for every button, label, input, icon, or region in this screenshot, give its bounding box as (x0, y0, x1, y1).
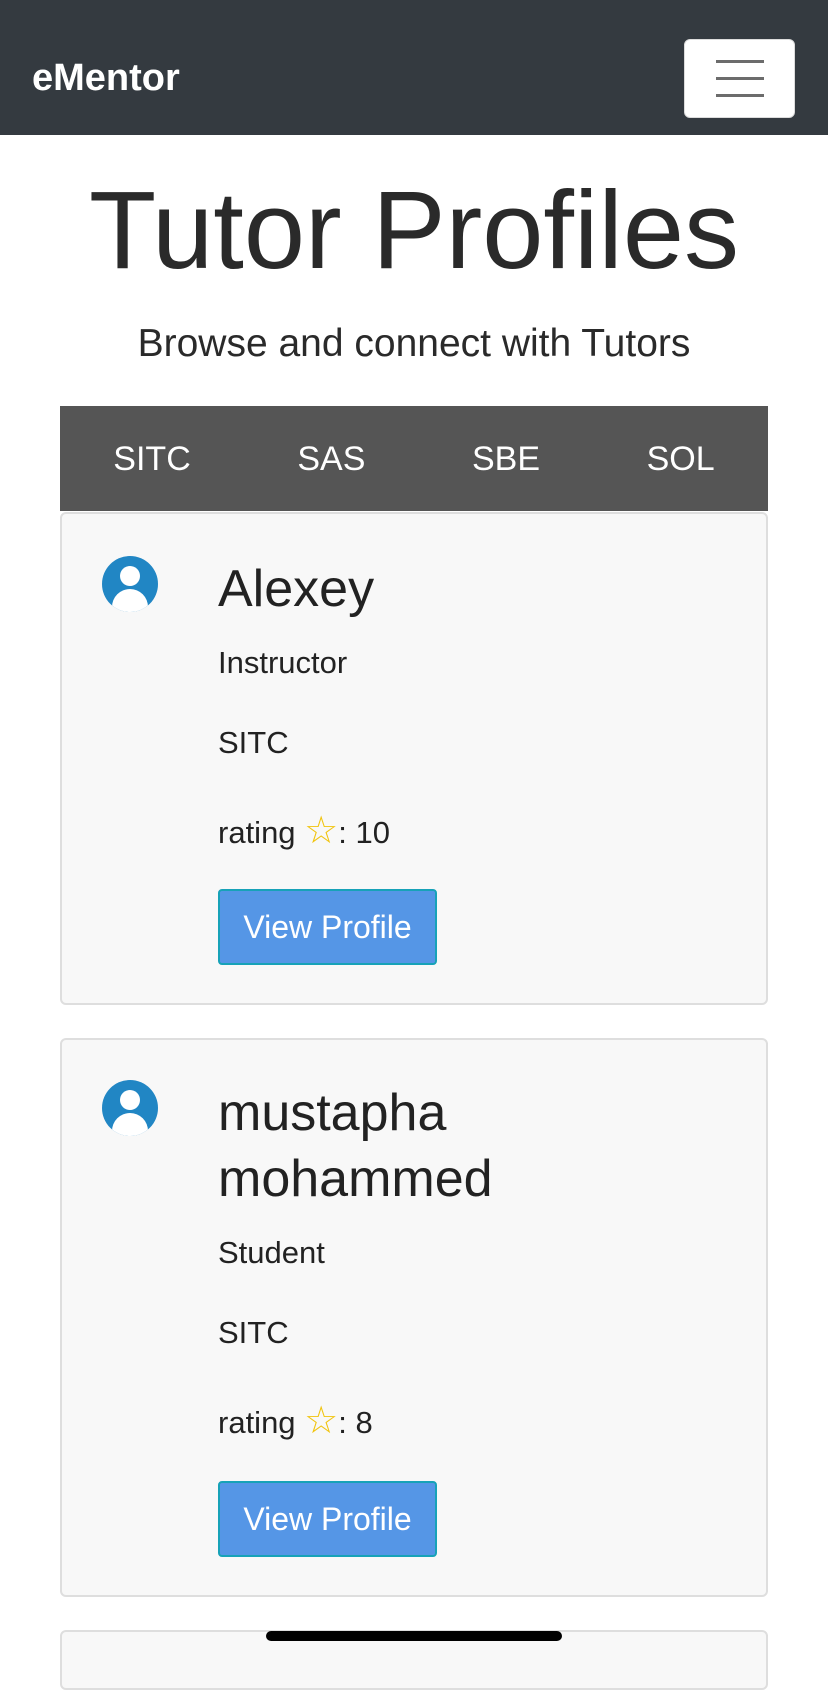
tutor-name: Alexey (218, 560, 375, 618)
tutor-name: mustapha mohammed (218, 1084, 493, 1208)
hamburger-menu-icon (716, 77, 764, 80)
hamburger-menu-icon (716, 94, 764, 97)
user-avatar-icon (102, 556, 158, 612)
top-navbar: eMentor (0, 0, 828, 135)
tutor-school: SITC (218, 725, 289, 760)
tab-sas[interactable]: SAS (277, 439, 385, 479)
tutor-school: SITC (218, 1315, 289, 1350)
rating-label: rating (218, 1405, 296, 1440)
menu-toggle-button[interactable] (684, 39, 795, 118)
brand-logo[interactable]: eMentor (32, 56, 180, 101)
tutor-rating: rating ☆: 10 (218, 812, 390, 852)
tab-sol[interactable]: SOL (627, 439, 735, 479)
school-tabs: SITC SAS SBE SOL (60, 406, 768, 511)
home-indicator (266, 1631, 562, 1641)
view-profile-button[interactable]: View Profile (218, 889, 437, 965)
tab-sitc[interactable]: SITC (93, 439, 210, 479)
rating-value: : 10 (338, 815, 390, 850)
tutor-role: Student (218, 1235, 325, 1270)
tutor-card: mustapha mohammed Student SITC rating ☆:… (60, 1038, 768, 1597)
hamburger-menu-icon (716, 60, 764, 63)
tutor-rating: rating ☆: 8 (218, 1402, 373, 1442)
user-avatar-icon (102, 1080, 158, 1136)
page-title: Tutor Profiles (88, 169, 739, 292)
page-subtitle: Browse and connect with Tutors (137, 322, 691, 365)
star-icon: ☆ (304, 810, 339, 852)
rating-label: rating (218, 815, 296, 850)
tutor-role: Instructor (218, 645, 348, 680)
tab-sbe[interactable]: SBE (452, 439, 560, 479)
tutor-card: Alexey Instructor SITC rating ☆: 10 View… (60, 512, 768, 1005)
rating-value: : 8 (338, 1405, 373, 1440)
star-icon: ☆ (304, 1400, 339, 1442)
view-profile-button[interactable]: View Profile (218, 1481, 437, 1557)
